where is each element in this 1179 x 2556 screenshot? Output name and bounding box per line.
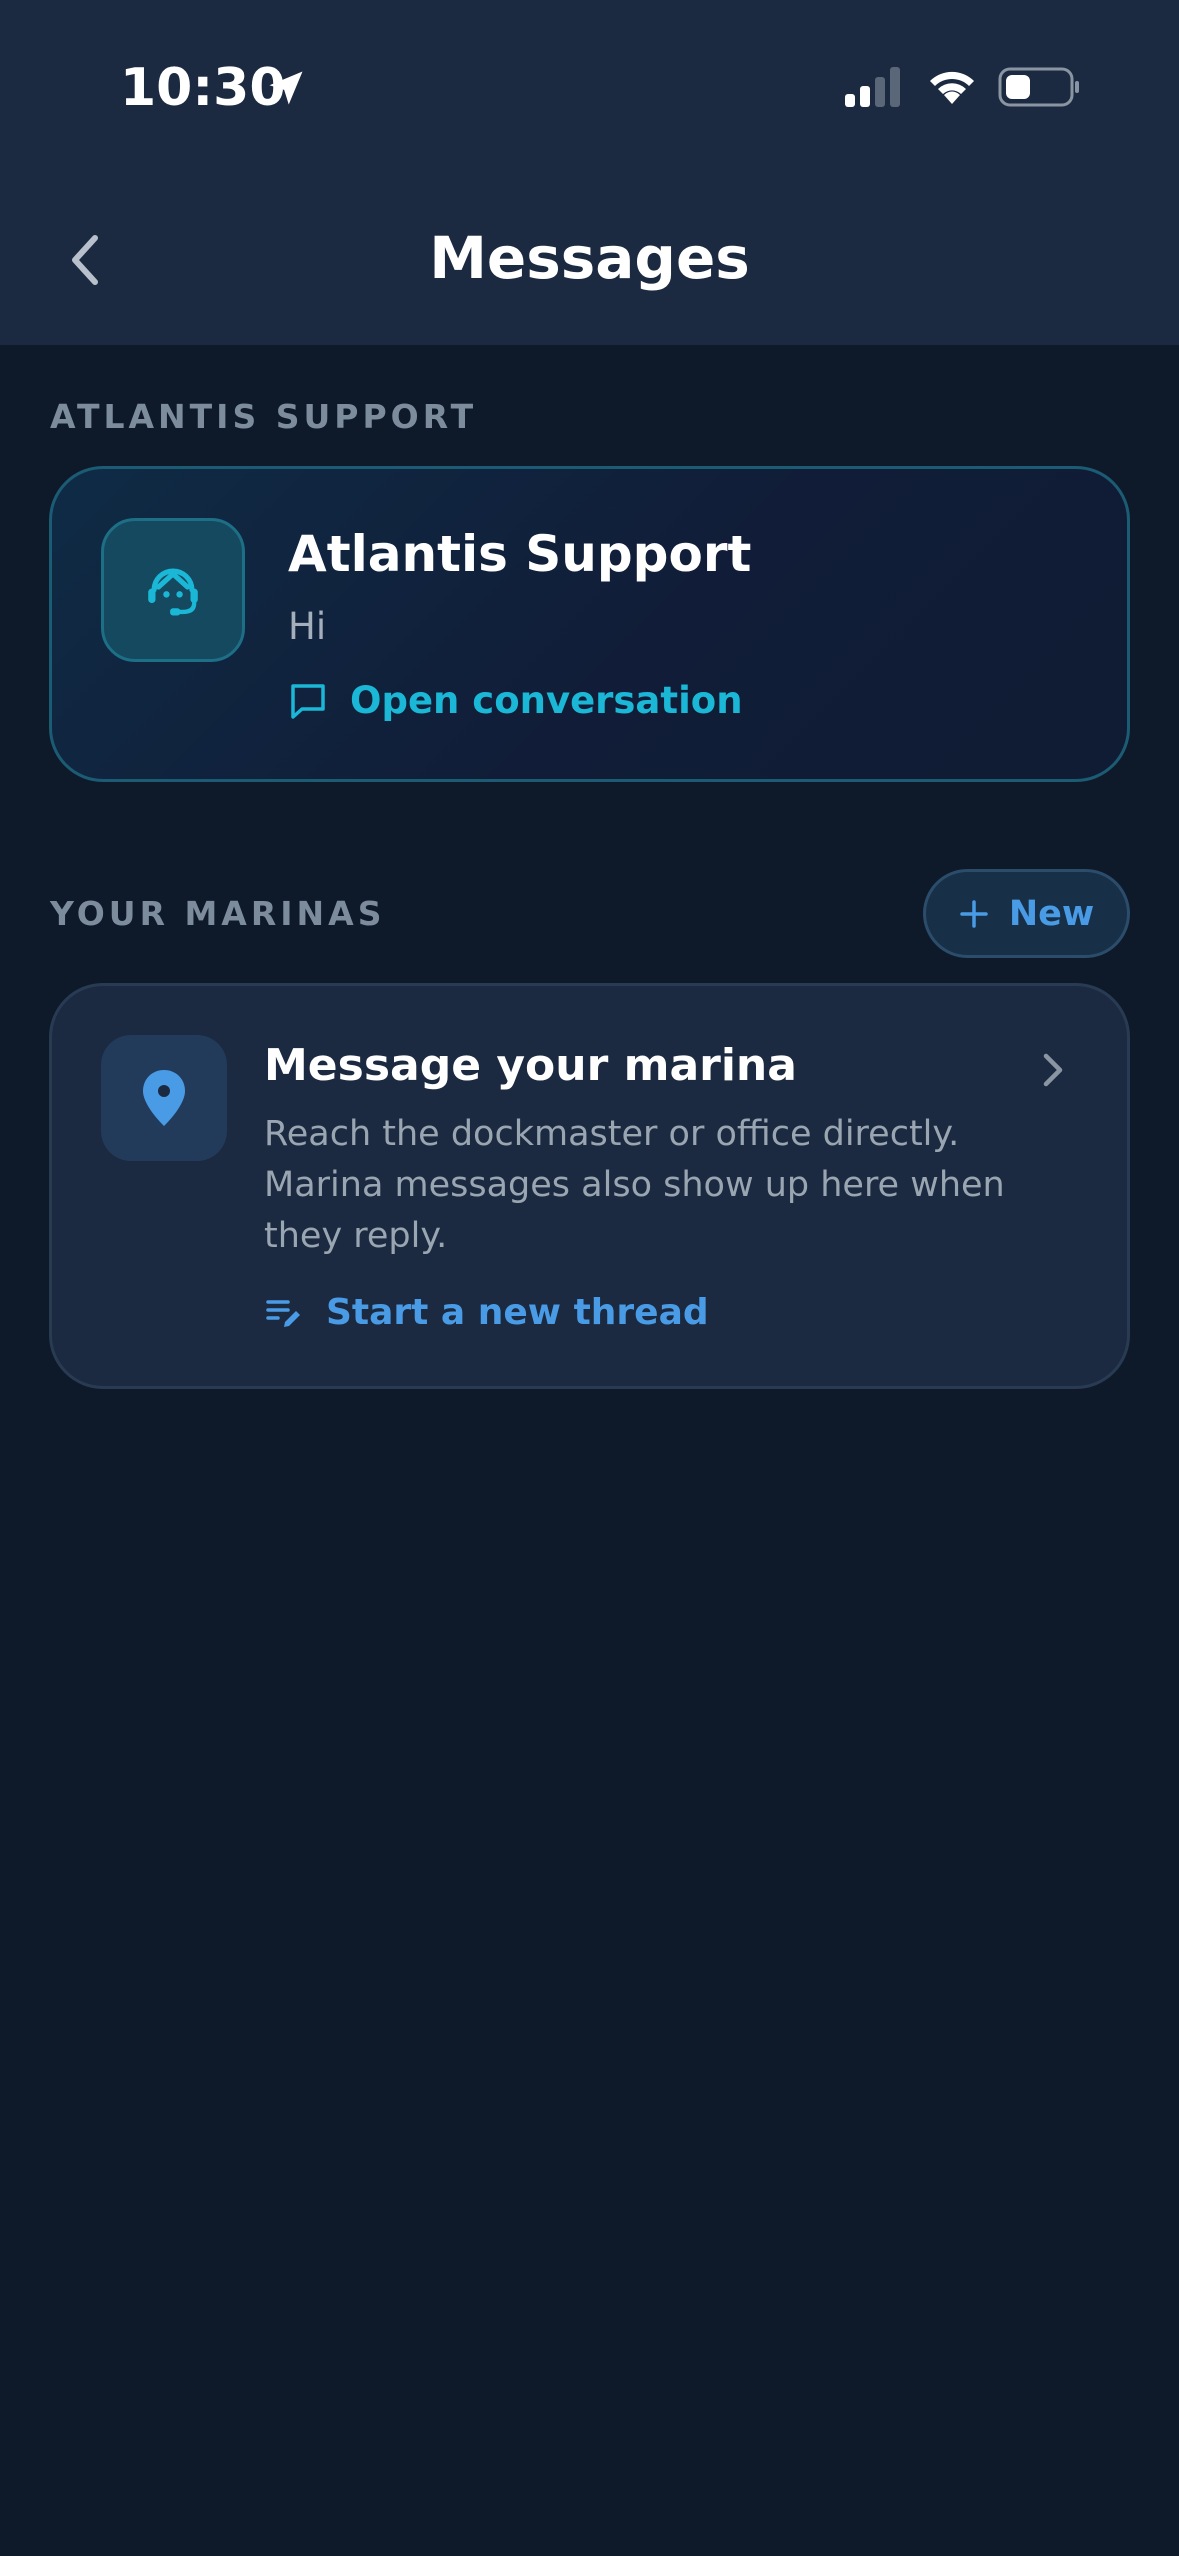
- top-header: 10:30 Messages: [0, 0, 1179, 345]
- support-conversation-card[interactable]: Atlantis Support Hi Open conversation: [49, 466, 1130, 782]
- marina-avatar: [101, 1035, 227, 1161]
- start-new-thread-link[interactable]: Start a new thread: [264, 1292, 709, 1333]
- open-conversation-label: Open conversation: [350, 679, 743, 722]
- support-name: Atlantis Support: [288, 525, 752, 583]
- open-conversation-link[interactable]: Open conversation: [288, 679, 743, 722]
- support-agent-icon: [148, 568, 198, 616]
- support-avatar: [101, 518, 245, 662]
- cellular-signal-icon: [845, 67, 900, 107]
- section-label-marinas: YOUR MARINAS: [50, 894, 386, 933]
- section-label-support: ATLANTIS SUPPORT: [50, 397, 478, 436]
- last-message-preview: Hi: [288, 605, 327, 648]
- new-thread-button[interactable]: New: [923, 869, 1130, 958]
- page-title: Messages: [429, 224, 750, 292]
- new-button-label: New: [1008, 893, 1095, 934]
- chevron-right-icon: [1043, 1053, 1063, 1087]
- status-time: 10:30: [120, 58, 286, 118]
- plus-icon: [960, 899, 988, 928]
- location-pin-icon: [143, 1070, 185, 1126]
- marina-card-title: Message your marina: [264, 1040, 797, 1091]
- chat-bubble-icon: [291, 683, 325, 719]
- location-arrow-icon: [269, 71, 303, 105]
- battery-icon: [998, 67, 1079, 107]
- compose-list-icon: [266, 1299, 300, 1327]
- message-marina-card[interactable]: Message your marina Reach the dockmaster…: [49, 983, 1130, 1389]
- wifi-icon: [930, 71, 974, 104]
- start-new-thread-label: Start a new thread: [326, 1292, 709, 1333]
- marina-card-description: Reach the dockmaster or office directly.…: [264, 1114, 1005, 1256]
